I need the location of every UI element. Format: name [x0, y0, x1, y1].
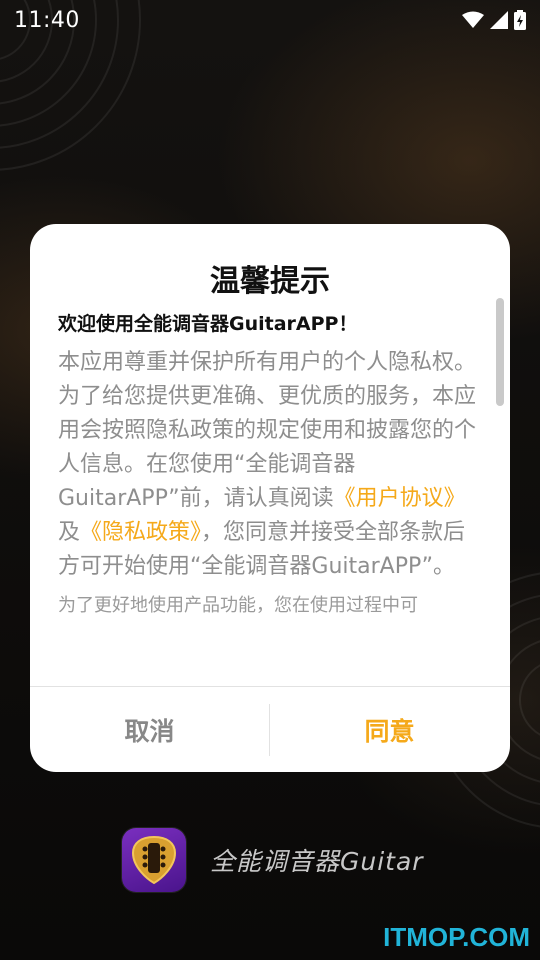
agree-button[interactable]: 同意: [270, 687, 509, 772]
status-bar: 11:40: [0, 0, 540, 40]
dialog-scroll-content[interactable]: 欢迎使用全能调音器GuitarAPP！ 本应用尊重并保护所有用户的个人隐私权。为…: [58, 312, 484, 684]
welcome-text: 欢迎使用全能调音器GuitarAPP！: [58, 313, 358, 335]
privacy-paragraph-2: 为了更好地使用产品功能，您在使用过程中可: [58, 595, 418, 616]
app-brand: 全能调音器Guitar: [122, 828, 424, 892]
wifi-icon: [462, 11, 484, 28]
cancel-button[interactable]: 取消: [30, 687, 269, 772]
app-icon: [122, 828, 186, 892]
status-icons: [462, 10, 526, 30]
signal-icon: [490, 11, 508, 29]
privacy-policy-link[interactable]: 《隐私政策》: [80, 520, 201, 545]
privacy-dialog: 温馨提示 欢迎使用全能调音器GuitarAPP！ 本应用尊重并保护所有用户的个人…: [30, 224, 510, 772]
app-name: 全能调音器Guitar: [210, 847, 424, 876]
privacy-text-and: 及: [58, 520, 81, 545]
dialog-scrollbar[interactable]: [496, 298, 504, 406]
watermark: ITMOP.COM: [383, 922, 530, 952]
status-time: 11:40: [14, 7, 80, 33]
dialog-title: 温馨提示: [210, 264, 330, 299]
guitar-pick-icon: [131, 835, 177, 885]
battery-icon: [514, 10, 526, 30]
user-agreement-link[interactable]: 《用户协议》: [334, 486, 466, 511]
privacy-paragraph: 本应用尊重并保护所有用户的个人隐私权。为了给您提供更准确、更优质的服务，本应用会…: [58, 346, 484, 584]
